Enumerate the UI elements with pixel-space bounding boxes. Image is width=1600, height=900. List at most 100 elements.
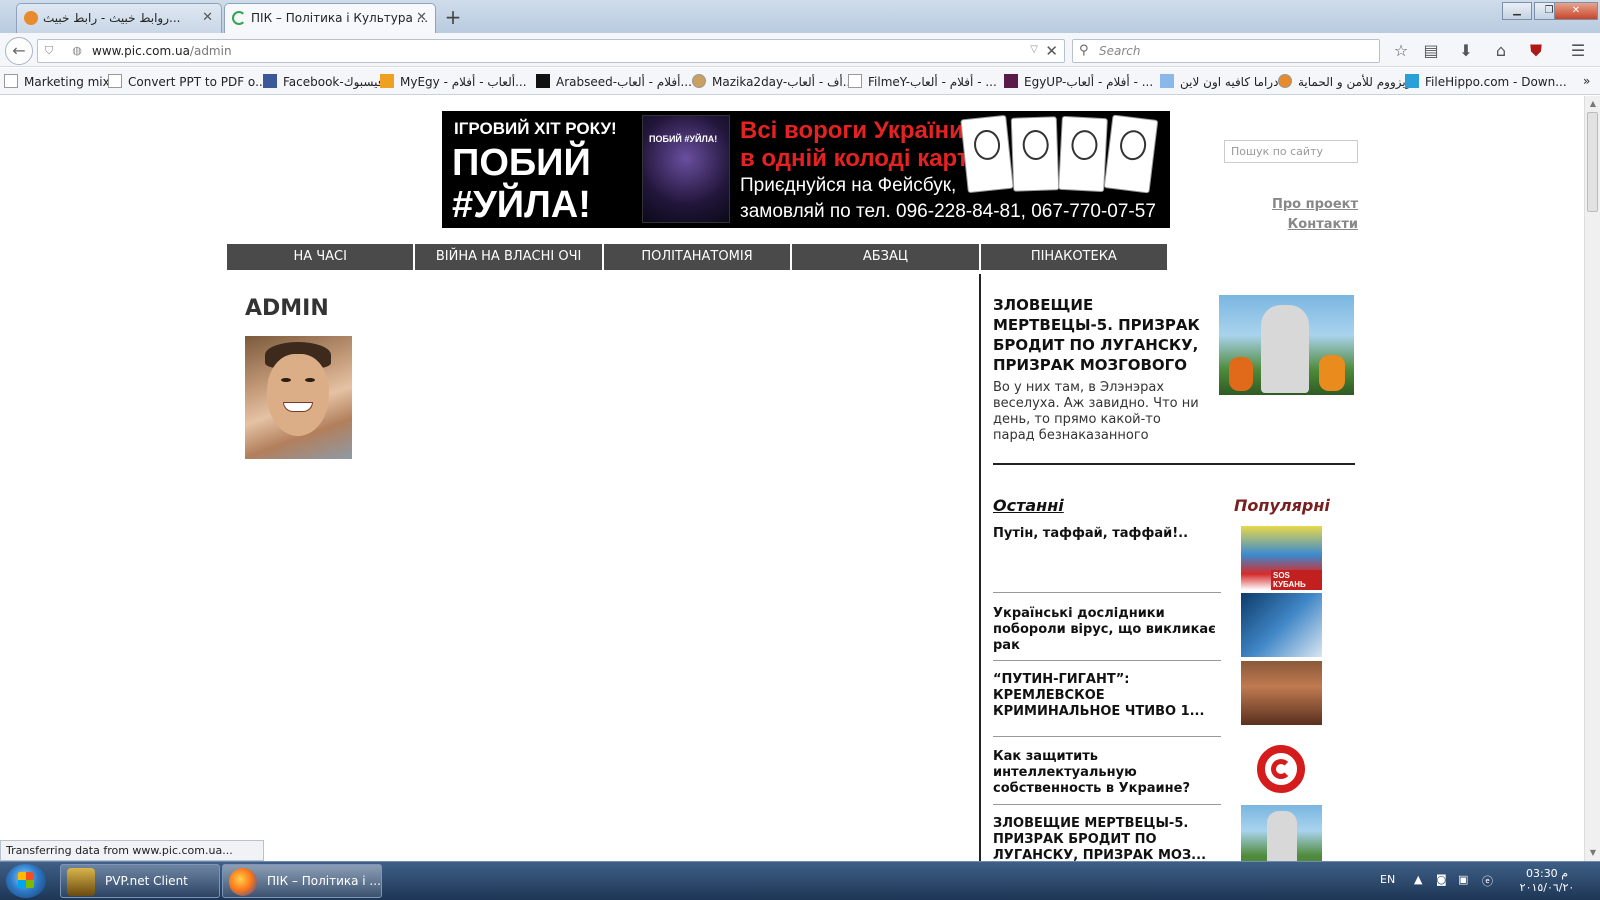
featured-post-image[interactable]: [1219, 295, 1354, 395]
menu-item-viyna[interactable]: ВІЙНА НА ВЛАСНІ ОЧІ: [415, 244, 602, 270]
scroll-up-icon[interactable]: ▲: [1585, 96, 1600, 112]
display-icon[interactable]: ▣: [1458, 873, 1468, 886]
popular-item[interactable]: “ПУТИН-ГИГАНТ”: КРЕМЛЕВСКОЕ КРИМИНАЛЬНОЕ…: [993, 672, 1218, 720]
menu-hamburger-icon[interactable]: ☰: [1567, 40, 1589, 62]
navigation-toolbar: ← ⛉ ◍ www.pic.com.ua/admin ▽ ✕ ⚲ Search …: [0, 33, 1600, 67]
bookmark-item[interactable]: FileHippo.com - Down...: [1405, 74, 1567, 89]
filehippo-icon: [1405, 74, 1419, 88]
bookmark-item[interactable]: Convert PPT to PDF o...: [108, 74, 267, 89]
language-indicator[interactable]: EN: [1380, 873, 1395, 886]
mazika-icon: [692, 74, 706, 88]
popular-item-thumbnail[interactable]: [1241, 593, 1322, 657]
featured-post-title[interactable]: ЗЛОВЕЩИЕ МЕРТВЕЦЫ-5. ПРИЗРАК БРОДИТ ПО Л…: [993, 295, 1213, 375]
playing-card-icon: [960, 114, 1014, 194]
contacts-link[interactable]: Контакти: [1288, 217, 1358, 232]
popular-item[interactable]: Українські дослідники побороли вірус, що…: [993, 606, 1218, 654]
bookmark-item[interactable]: Facebook-فيسبوك: [263, 74, 384, 89]
banner-line-2: ПОБИЙ: [452, 142, 591, 184]
history-dropdown-icon[interactable]: ▽: [1030, 44, 1038, 55]
tab-popular[interactable]: Популярні: [1234, 496, 1330, 515]
shield-icon[interactable]: ⛉: [42, 44, 56, 58]
minimize-button[interactable]: ▁: [1502, 2, 1532, 20]
network-icon[interactable]: ◙: [1436, 873, 1447, 886]
menu-item-politanatomiya[interactable]: ПОЛІТАНАТОМІЯ: [603, 244, 791, 270]
windows-logo-icon: [18, 872, 34, 888]
home-icon[interactable]: ⌂: [1490, 40, 1512, 62]
bookmark-item[interactable]: Mazika2day-أف - ألعاب...: [692, 74, 854, 89]
main-menu: НА ЧАСІ ВІЙНА НА ВЛАСНІ ОЧІ ПОЛІТАНАТОМІ…: [227, 244, 1168, 270]
bookmark-item[interactable]: دراما كافيه اون لاين: [1160, 74, 1278, 89]
ublock-icon[interactable]: ⛊: [1525, 40, 1547, 62]
ad-banner[interactable]: ІГРОВИЙ ХІТ РОКУ! ПОБИЙ #УЙЛА! ПОБИЙ #УЙ…: [442, 111, 1170, 228]
menu-item-na-chasi[interactable]: НА ЧАСІ: [227, 244, 414, 270]
close-tab-icon[interactable]: ✕: [416, 4, 427, 32]
league-icon: [67, 868, 95, 896]
tab-latest[interactable]: Останні: [993, 496, 1064, 515]
popular-item[interactable]: ЗЛОВЕЩИЕ МЕРТВЕЦЫ-5. ПРИЗРАК БРОДИТ ПО Л…: [993, 816, 1218, 861]
bookmark-item[interactable]: زيزووم للأمن و الحماية: [1278, 74, 1412, 89]
bookmark-item[interactable]: Marketing mix: [4, 74, 110, 89]
copyright-icon[interactable]: [1241, 739, 1322, 803]
back-button[interactable]: ←: [5, 37, 33, 65]
popular-item-thumbnail[interactable]: [1241, 661, 1322, 725]
divider: [993, 804, 1221, 805]
stop-loading-icon[interactable]: ✕: [1045, 42, 1058, 60]
divider: [993, 463, 1355, 465]
loading-spinner-icon: [232, 11, 246, 25]
windows-taskbar: PVP.net Client ПІК – Політика і ... EN ▲…: [0, 861, 1600, 900]
search-input[interactable]: ⚲ Search: [1072, 39, 1380, 63]
page-icon: [848, 74, 862, 88]
music-note-icon: [1160, 74, 1174, 88]
tray-expand-icon[interactable]: ▲: [1414, 873, 1422, 886]
menu-item-pinakoteka[interactable]: ПІНАКОТЕКА: [980, 244, 1168, 270]
playing-card-icon: [1058, 115, 1108, 193]
banner-white-line-1: Приєднуйся на Фейсбук,: [740, 175, 957, 196]
taskbar-item-pvp[interactable]: PVP.net Client: [60, 864, 220, 898]
divider: [993, 592, 1221, 593]
ie-icon[interactable]: ⓔ: [1482, 873, 1493, 889]
bookmark-star-icon[interactable]: ☆: [1390, 40, 1412, 62]
globe-icon[interactable]: ◍: [70, 44, 84, 58]
about-link[interactable]: Про проект: [1272, 197, 1358, 212]
taskbar-item-firefox[interactable]: ПІК – Політика і ...: [222, 864, 382, 898]
column-divider: [979, 274, 981, 861]
new-tab-button[interactable]: +: [440, 4, 466, 30]
popular-item[interactable]: Как защитить интеллектуальную собственно…: [993, 749, 1218, 797]
bookmark-item[interactable]: EgyUP-أفلام - ألعاب - ...: [1004, 74, 1153, 89]
tab-rabet-khabith[interactable]: روابط خبيث - رابط خبيث... ✕: [16, 3, 222, 33]
download-icon[interactable]: ⬇: [1455, 40, 1477, 62]
menu-item-abzats[interactable]: АБЗАЦ: [792, 244, 979, 270]
banner-line-3: #УЙЛА!: [452, 184, 591, 226]
clock-time: 03:30 م: [1525, 867, 1568, 880]
close-tab-icon[interactable]: ✕: [202, 4, 213, 32]
url-path: /admin: [189, 44, 232, 58]
site-search-input[interactable]: Пошук по сайту: [1224, 140, 1358, 163]
tab-bar: روابط خبيث - رابط خبيث... ✕ ПІК – Політи…: [0, 0, 1600, 34]
search-icon: ⚲: [1079, 43, 1089, 58]
bookmark-item[interactable]: Arabseed-أفلام - ألعاب...: [536, 74, 692, 89]
popular-item-thumbnail[interactable]: SOS КУБАНЬ: [1241, 526, 1322, 590]
avatar: [245, 336, 352, 459]
search-placeholder: Search: [1099, 44, 1141, 58]
address-bar[interactable]: ⛉ ◍ www.pic.com.ua/admin ▽ ✕: [37, 39, 1065, 63]
featured-post-excerpt: Во у них там, в Элэнэрах веселуха. Аж за…: [993, 380, 1199, 443]
tab-pic[interactable]: ПІК – Політика і Культура ... ✕: [224, 3, 436, 34]
url-host: www.pic.com.ua: [92, 44, 190, 58]
bookmark-item[interactable]: MyEgy - ألعاب - أفلام...: [380, 74, 527, 89]
reading-list-icon[interactable]: ▤: [1420, 40, 1442, 62]
scroll-down-icon[interactable]: ▼: [1585, 845, 1600, 861]
egyup-icon: [1004, 74, 1018, 88]
scrollbar-thumb[interactable]: [1587, 112, 1598, 212]
system-clock[interactable]: 03:30 م ٢٠١٥/٠٦/٢٠: [1514, 867, 1580, 895]
bookmark-item[interactable]: FilmeY-أفلام - ألعاب - ...: [848, 74, 997, 89]
start-button[interactable]: [6, 864, 46, 898]
vertical-scrollbar[interactable]: ▲ ▼: [1584, 96, 1600, 861]
bookmarks-overflow-button[interactable]: »: [1583, 74, 1590, 88]
window-close-button[interactable]: ✕: [1554, 2, 1598, 20]
popular-item[interactable]: Путін, таффай, таффай!..: [993, 526, 1218, 542]
bookmarks-toolbar: Marketing mix Convert PPT to PDF o... Fa…: [0, 68, 1600, 95]
popular-item-thumbnail[interactable]: [1241, 805, 1322, 861]
web-page: ІГРОВИЙ ХІТ РОКУ! ПОБИЙ #УЙЛА! ПОБИЙ #УЙ…: [0, 96, 1584, 861]
zizoom-icon: [1278, 74, 1292, 88]
tab-label: ПІК – Політика і Культура ...: [251, 11, 429, 25]
